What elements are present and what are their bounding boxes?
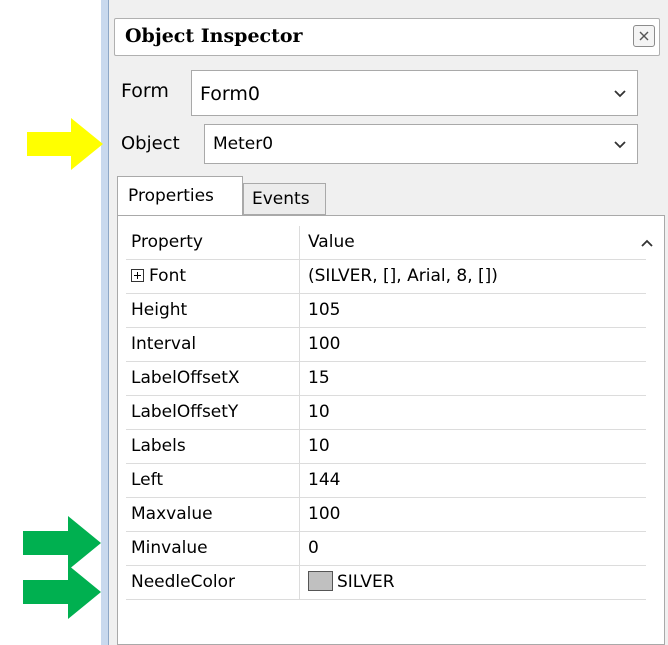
property-value[interactable]: (SILVER, [], Arial, 8, []) <box>308 260 498 293</box>
property-value[interactable]: 100 <box>308 498 340 531</box>
table-row[interactable]: Interval 100 <box>126 328 646 362</box>
chevron-down-icon <box>614 90 626 98</box>
table-row[interactable]: Labels 10 <box>126 430 646 464</box>
table-row[interactable]: Maxvalue 100 <box>126 498 646 532</box>
color-swatch <box>308 571 333 591</box>
table-row[interactable]: NeedleColor SILVER <box>126 566 646 600</box>
object-label: Object <box>121 133 180 154</box>
expand-plus-icon[interactable] <box>131 269 144 282</box>
property-value[interactable]: 10 <box>308 430 330 463</box>
property-name: Height <box>126 294 300 327</box>
property-name: Maxvalue <box>126 498 300 531</box>
title-bar: Object Inspector <box>114 18 660 56</box>
tab-properties[interactable]: Properties <box>117 176 243 216</box>
form-value: Form0 <box>200 83 260 105</box>
property-name: Font <box>126 260 300 293</box>
close-icon <box>639 31 649 41</box>
property-name: Minvalue <box>126 532 300 565</box>
property-value[interactable]: 105 <box>308 294 340 327</box>
form-combobox[interactable]: Form0 <box>191 70 638 116</box>
form-label: Form <box>121 80 169 102</box>
table-row[interactable]: Minvalue 0 <box>126 532 646 566</box>
property-value[interactable]: 15 <box>308 362 330 395</box>
grid-header-row: Property Value <box>126 226 646 260</box>
property-name: Interval <box>126 328 300 361</box>
window-title: Object Inspector <box>125 25 303 47</box>
property-name: LabelOffsetX <box>126 362 300 395</box>
close-button[interactable] <box>633 25 655 47</box>
table-row[interactable]: Font (SILVER, [], Arial, 8, []) <box>126 260 646 294</box>
green-arrow-icon <box>23 516 101 570</box>
yellow-arrow-icon <box>27 118 103 170</box>
property-value[interactable]: 0 <box>308 532 319 565</box>
chevron-down-icon <box>614 141 626 149</box>
property-name: LabelOffsetY <box>126 396 300 429</box>
table-row[interactable]: Height 105 <box>126 294 646 328</box>
green-arrow-icon <box>23 565 101 619</box>
header-value: Value <box>308 232 355 252</box>
table-row[interactable]: LabelOffsetX 15 <box>126 362 646 396</box>
property-value[interactable]: 100 <box>308 328 340 361</box>
tab-events[interactable]: Events <box>243 183 326 215</box>
scroll-up-arrow-icon[interactable] <box>640 238 654 248</box>
header-property: Property <box>126 226 300 259</box>
tab-properties-label: Properties <box>128 186 214 206</box>
property-value[interactable]: 144 <box>308 464 340 497</box>
tab-events-label: Events <box>252 189 310 209</box>
table-row[interactable]: Left 144 <box>126 464 646 498</box>
property-value[interactable]: 10 <box>308 396 330 429</box>
property-name: Left <box>126 464 300 497</box>
property-value[interactable]: SILVER <box>308 566 395 599</box>
object-combobox[interactable]: Meter0 <box>204 124 638 164</box>
property-name: Labels <box>126 430 300 463</box>
object-value: Meter0 <box>213 134 274 154</box>
property-grid[interactable]: Property Value Font (SILVER, [], Arial, … <box>117 215 665 645</box>
table-row[interactable]: LabelOffsetY 10 <box>126 396 646 430</box>
property-name: NeedleColor <box>126 566 300 599</box>
